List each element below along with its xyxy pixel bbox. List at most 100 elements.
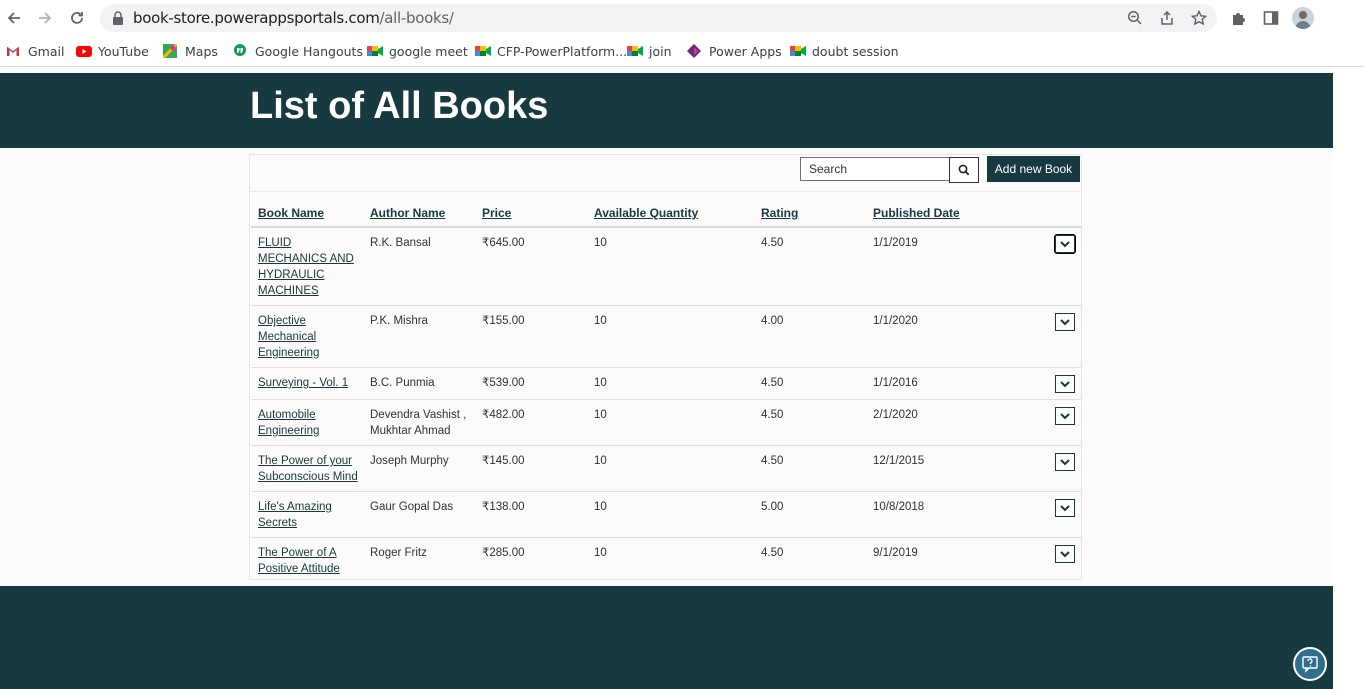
bookmark-doubt-session[interactable]: doubt session <box>790 42 899 60</box>
quantity-cell: 10 <box>587 227 754 306</box>
book-name-link[interactable]: Surveying - Vol. 1 <box>258 377 348 389</box>
row-actions-dropdown[interactable] <box>1055 313 1075 331</box>
table-row: Objective Mechanical Engineering P.K. Mi… <box>251 305 1081 368</box>
author-cell: Roger Fritz <box>370 547 427 559</box>
chevron-down-icon <box>1060 318 1070 325</box>
page-title: List of All Books <box>250 85 549 127</box>
meet-icon <box>790 44 806 58</box>
book-name-cell: Surveying - Vol. 1 <box>251 367 363 400</box>
chevron-down-icon <box>1060 240 1070 247</box>
author-cell: B.C. Punmia <box>363 367 475 400</box>
rating-cell: 4.50 <box>761 547 784 559</box>
rating-cell: 4.50 <box>754 227 866 306</box>
book-name-link[interactable]: Life's Amazing Secrets <box>258 501 332 529</box>
bookmark-join[interactable]: join <box>627 42 672 60</box>
row-actions-dropdown[interactable] <box>1055 545 1075 563</box>
price-cell: ₹138.00 <box>475 491 587 538</box>
actions-cell <box>1016 399 1081 446</box>
page-body: List of All Books Add new Book Book Name… <box>0 67 1333 689</box>
meet-icon <box>475 44 491 58</box>
row-actions-dropdown[interactable] <box>1055 375 1075 393</box>
table-row: Surveying - Vol. 1 B.C. Punmia ₹539.00 1… <box>251 367 1081 400</box>
table-row: FLUID MECHANICS AND HYDRAULIC MACHINES R… <box>251 227 1081 306</box>
price-cell: ₹539.00 <box>475 367 587 400</box>
bookmark-youtube[interactable]: YouTube <box>76 42 149 60</box>
reload-button[interactable] <box>65 6 89 30</box>
bookmarks-bar: Gmail YouTube Maps Google Hangouts googl… <box>0 36 1364 67</box>
address-bar[interactable]: book-store.powerappsportals.com/all-book… <box>100 4 1217 32</box>
actions-cell <box>1016 538 1081 584</box>
puzzle-icon <box>1233 13 1245 25</box>
browser-toolbar: book-store.powerappsportals.com/all-book… <box>0 0 1364 36</box>
add-new-book-button[interactable]: Add new Book <box>987 156 1080 182</box>
author-cell: P.K. Mishra <box>363 305 475 368</box>
meet-icon <box>627 44 643 58</box>
book-name-link[interactable]: The Power of A Positive Attitude <box>258 547 340 575</box>
search-input[interactable] <box>800 157 950 181</box>
chevron-down-icon <box>1060 504 1070 511</box>
chevron-down-icon <box>1060 380 1070 387</box>
bookmark-power-apps[interactable]: Power Apps <box>687 42 782 60</box>
table-header-row: Book Name Author Name Price Available Qu… <box>251 200 1081 228</box>
search-button[interactable] <box>949 157 979 183</box>
arrow-right-icon <box>39 12 52 24</box>
list-toolbar: Add new Book <box>250 155 1081 192</box>
column-header-author-name[interactable]: Author Name <box>363 200 475 228</box>
book-name-cell: The Power of your Subconscious Mind <box>251 445 363 492</box>
youtube-icon <box>76 44 92 58</box>
zoom-button[interactable] <box>1125 8 1145 28</box>
column-header-available-quantity[interactable]: Available Quantity <box>587 200 754 228</box>
row-actions-dropdown[interactable] <box>1055 453 1075 471</box>
row-actions-dropdown[interactable] <box>1055 407 1075 425</box>
book-name-cell: FLUID MECHANICS AND HYDRAULIC MACHINES <box>251 227 363 306</box>
help-chat-button[interactable] <box>1293 647 1327 681</box>
chat-help-icon <box>1302 656 1318 673</box>
side-panel-icon <box>1263 11 1279 25</box>
actions-cell <box>1016 491 1081 538</box>
quantity-cell: 10 <box>587 491 754 538</box>
book-name-link[interactable]: Objective Mechanical Engineering <box>258 315 319 359</box>
actions-cell <box>1016 445 1081 492</box>
published-date-cell: 9/1/2019 <box>873 547 918 559</box>
rating-cell: 4.50 <box>754 367 866 400</box>
table-row: Automobile Engineering Devendra Vashist … <box>251 399 1081 446</box>
book-name-cell: Automobile Engineering <box>251 399 363 446</box>
book-name-link[interactable]: FLUID MECHANICS AND HYDRAULIC MACHINES <box>258 237 354 297</box>
bookmark-star-button[interactable] <box>1189 8 1209 28</box>
book-name-cell: The Power of A Positive Attitude <box>251 538 363 584</box>
quantity-cell: 10 <box>587 399 754 446</box>
bookmark-google-meet[interactable]: google meet <box>367 42 468 60</box>
column-header-price[interactable]: Price <box>475 200 587 228</box>
share-button[interactable] <box>1157 8 1177 28</box>
bookmark-gmail[interactable]: Gmail <box>6 42 64 60</box>
side-panel-button[interactable] <box>1259 6 1283 30</box>
profile-avatar[interactable] <box>1292 7 1314 29</box>
row-actions-dropdown[interactable] <box>1054 234 1076 254</box>
published-date-cell: 1/1/2020 <box>866 305 1016 368</box>
forward-button[interactable] <box>33 6 57 30</box>
column-header-published-date[interactable]: Published Date <box>866 200 1016 228</box>
column-header-actions <box>1016 200 1081 228</box>
gmail-icon <box>6 44 20 58</box>
quantity-cell: 10 <box>594 547 607 559</box>
row-actions-dropdown[interactable] <box>1055 499 1075 517</box>
rating-cell: 4.50 <box>754 445 866 492</box>
book-name-link[interactable]: Automobile Engineering <box>258 409 319 437</box>
page-scrollbar[interactable] <box>1333 67 1364 689</box>
chevron-down-icon <box>1060 412 1070 419</box>
extensions-button[interactable] <box>1227 6 1251 30</box>
price-cell: ₹155.00 <box>475 305 587 368</box>
bookmark-cfp-powerplatform[interactable]: CFP-PowerPlatform... <box>475 42 627 60</box>
column-header-book-name[interactable]: Book Name <box>251 200 363 228</box>
column-header-rating[interactable]: Rating <box>754 200 866 228</box>
back-button[interactable] <box>2 6 26 30</box>
table-row: The Power of your Subconscious Mind Jose… <box>251 445 1081 492</box>
url-text: book-store.powerappsportals.com/all-book… <box>133 9 454 27</box>
chevron-down-icon <box>1060 550 1070 557</box>
published-date-cell: 2/1/2020 <box>866 399 1016 446</box>
actions-cell <box>1016 227 1081 306</box>
book-name-link[interactable]: The Power of your Subconscious Mind <box>258 455 358 483</box>
bookmark-hangouts[interactable]: Google Hangouts <box>233 42 363 60</box>
bookmark-maps[interactable]: Maps <box>161 42 218 60</box>
author-cell: Joseph Murphy <box>363 445 475 492</box>
